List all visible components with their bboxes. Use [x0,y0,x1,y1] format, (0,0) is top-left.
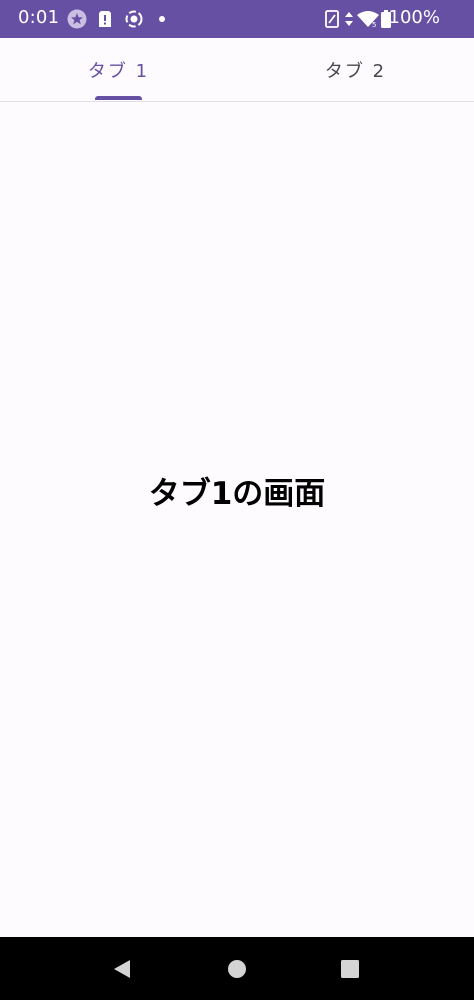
screen-title: タブ1の画面 [148,476,326,512]
svg-text:5: 5 [372,21,376,28]
screen-record-icon [123,0,145,38]
tab-1-label: タブ 1 [87,60,150,82]
tab-2-label: タブ 2 [324,60,387,82]
data-arrows-icon [344,0,354,38]
status-time: 0:01 [18,7,60,28]
tab-content: タブ1の画面 [0,102,474,937]
tab-row: タブ 1 タブ 2 [0,38,474,102]
sim-alert-icon [96,0,114,38]
wifi-icon: 5 [356,0,380,38]
tab-1[interactable]: タブ 1 [0,38,237,101]
home-icon[interactable] [215,937,259,1000]
battery-percent: 100% [388,7,440,28]
nfc-icon [324,0,340,38]
star-notification-icon [66,0,88,38]
status-bar: 0:01 5 100% [0,0,474,38]
tab-selected-indicator [95,96,142,100]
tab-2[interactable]: タブ 2 [237,38,474,101]
recents-icon[interactable] [328,937,372,1000]
navigation-bar [0,937,474,1000]
back-icon[interactable] [100,937,144,1000]
dot-icon [156,0,168,38]
